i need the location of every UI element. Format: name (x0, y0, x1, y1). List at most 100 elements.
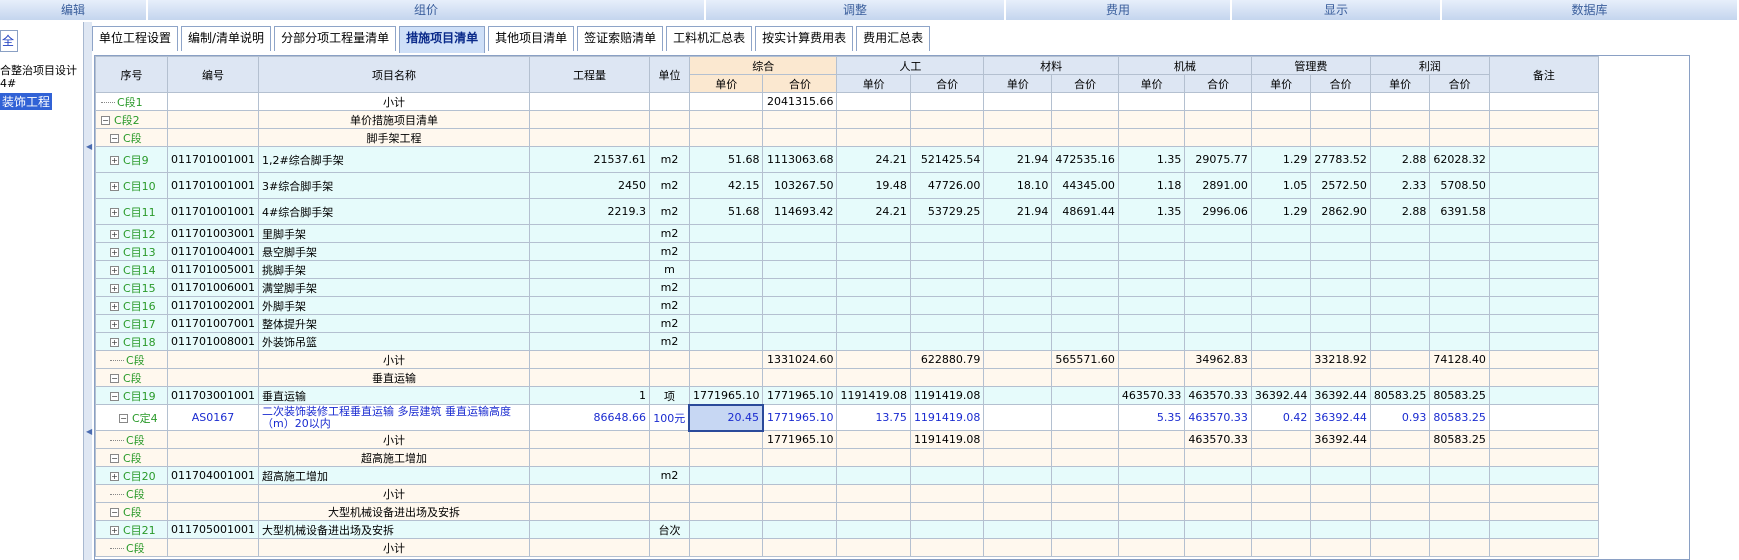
cell-value-8[interactable]: 36392.44 (1250, 386, 1312, 405)
collapse-icon[interactable]: − (119, 414, 128, 423)
expand-icon[interactable]: + (110, 182, 119, 191)
cell-remark[interactable] (1488, 404, 1599, 431)
cell-seq[interactable]: C段 (95, 350, 168, 369)
cell-qty[interactable] (528, 368, 650, 387)
cell-qty[interactable] (528, 224, 650, 243)
cell-value-8[interactable]: 1.05 (1250, 172, 1312, 199)
expand-icon[interactable]: + (110, 320, 119, 329)
cell-value-2[interactable] (836, 484, 911, 503)
cell-value-7[interactable]: 2996.06 (1184, 198, 1252, 225)
cell-value-3[interactable] (909, 502, 985, 521)
cell-value-7[interactable] (1184, 92, 1252, 111)
tab-5[interactable]: 签证索赔清单 (577, 26, 664, 51)
cell-remark[interactable] (1488, 350, 1599, 369)
cell-value-11[interactable] (1429, 92, 1490, 111)
cell-code[interactable]: 011701005001 (167, 260, 259, 279)
cell-seq[interactable]: + C目14 (95, 260, 168, 279)
cell-qty[interactable] (528, 314, 650, 333)
cell-value-8[interactable] (1250, 430, 1312, 449)
cell-name[interactable]: 小计 (257, 538, 530, 557)
cell-remark[interactable] (1488, 92, 1599, 111)
cell-value-11[interactable] (1429, 332, 1490, 351)
cell-remark[interactable] (1488, 520, 1599, 539)
cell-name[interactable]: 超高施工增加 (257, 448, 530, 467)
cell-value-1[interactable] (762, 484, 838, 503)
cell-value-3[interactable] (909, 520, 985, 539)
cell-value-4[interactable] (983, 466, 1053, 485)
collapse-icon[interactable]: − (101, 116, 110, 125)
tab-0[interactable]: 单位工程设置 (92, 26, 179, 51)
cell-seq[interactable]: + C目18 (95, 332, 168, 351)
cell-value-5[interactable] (1051, 430, 1119, 449)
cell-value-2[interactable]: 24.21 (836, 198, 911, 225)
subheader-2-0[interactable]: 单价 (983, 74, 1053, 93)
cell-value-10[interactable] (1369, 314, 1431, 333)
cell-value-5[interactable]: 472535.16 (1051, 146, 1119, 173)
cell-value-4[interactable] (983, 92, 1053, 111)
cell-value-2[interactable] (836, 538, 911, 557)
table-row[interactable]: − C目19 011703001001 垂直运输 1 项 1771965.10 1771965… (95, 386, 1599, 405)
cell-value-7[interactable]: 463570.33 (1184, 430, 1252, 449)
cell-remark[interactable] (1488, 146, 1599, 173)
cell-value-0[interactable] (688, 296, 764, 315)
cell-code[interactable]: 011701002001 (167, 296, 259, 315)
cell-value-8[interactable] (1250, 466, 1312, 485)
cell-name[interactable]: 垂直运输 (257, 368, 530, 387)
cell-value-7[interactable] (1184, 224, 1252, 243)
cell-qty[interactable] (528, 350, 650, 369)
cell-value-2[interactable] (836, 224, 911, 243)
cell-value-0[interactable] (688, 368, 764, 387)
table-row[interactable]: − C定4 AS0167 二次装饰装修工程垂直运输 多层建筑 垂直运输高度（m）20以… (95, 403, 1599, 432)
cell-value-3[interactable] (909, 92, 985, 111)
cell-value-3[interactable] (909, 332, 985, 351)
cell-value-6[interactable] (1117, 448, 1186, 467)
cell-name[interactable]: 整体提升架 (257, 314, 530, 333)
cell-value-1[interactable] (762, 466, 838, 485)
cell-value-9[interactable]: 36392.44 (1310, 430, 1371, 449)
cell-value-6[interactable] (1117, 314, 1186, 333)
cell-value-10[interactable]: 0.93 (1369, 404, 1431, 431)
cell-unit[interactable]: m2 (648, 314, 690, 333)
cell-code[interactable]: 011701001001 (167, 146, 259, 173)
cell-value-2[interactable] (836, 350, 911, 369)
cell-name[interactable]: 1,2#综合脚手架 (257, 146, 530, 173)
cell-value-0[interactable] (688, 538, 764, 557)
table-row[interactable]: + C目12 011701003001 里脚手架 m2 (95, 224, 1599, 243)
subheader-4-0[interactable]: 单价 (1250, 74, 1312, 93)
cell-code[interactable]: 011701006001 (167, 278, 259, 297)
cell-value-3[interactable] (909, 368, 985, 387)
cell-value-1[interactable] (762, 448, 838, 467)
cell-value-6[interactable] (1117, 242, 1186, 261)
header-unit[interactable]: 单位 (648, 56, 690, 93)
cell-value-5[interactable] (1051, 242, 1119, 261)
cell-value-6[interactable]: 5.35 (1117, 404, 1186, 431)
cell-value-11[interactable] (1429, 314, 1490, 333)
expand-icon[interactable]: + (110, 248, 119, 257)
cell-value-7[interactable] (1184, 520, 1252, 539)
cell-value-11[interactable] (1429, 368, 1490, 387)
cell-value-7[interactable] (1184, 448, 1252, 467)
cell-name[interactable]: 垂直运输 (257, 386, 530, 405)
cell-value-0[interactable] (688, 430, 764, 449)
cell-value-5[interactable] (1051, 466, 1119, 485)
cell-value-4[interactable] (983, 278, 1053, 297)
cell-value-11[interactable] (1429, 296, 1490, 315)
cell-unit[interactable]: m2 (648, 242, 690, 261)
cell-value-11[interactable] (1429, 484, 1490, 503)
cell-qty[interactable] (528, 110, 650, 129)
cell-unit[interactable] (648, 502, 690, 521)
cell-value-8[interactable] (1250, 368, 1312, 387)
table-row[interactable]: C段 小计 (95, 538, 1599, 557)
table-row[interactable]: C段 小计 (95, 484, 1599, 503)
cell-value-2[interactable] (836, 314, 911, 333)
cell-value-11[interactable]: 74128.40 (1429, 350, 1490, 369)
tab-8[interactable]: 费用汇总表 (856, 26, 931, 51)
cell-code[interactable]: 011701004001 (167, 242, 259, 261)
cell-value-9[interactable] (1310, 448, 1371, 467)
cell-value-6[interactable] (1117, 484, 1186, 503)
cell-name[interactable]: 大型机械设备进出场及安拆 (257, 520, 530, 539)
cell-value-8[interactable]: 1.29 (1250, 146, 1312, 173)
cell-qty[interactable]: 2450 (528, 172, 650, 199)
header-code[interactable]: 编号 (167, 56, 259, 93)
table-row[interactable]: − C段 脚手架工程 (95, 128, 1599, 147)
